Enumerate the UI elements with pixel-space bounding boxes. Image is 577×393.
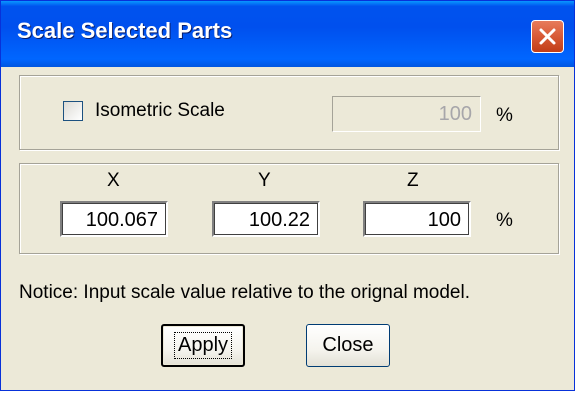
y-axis-label: Y <box>258 170 271 191</box>
isometric-group: Isometric Scale 100 % <box>19 75 559 150</box>
close-window-button[interactable] <box>531 20 564 53</box>
close-icon <box>539 28 556 45</box>
apply-button-label: Apply <box>173 332 233 359</box>
dialog-window: Scale Selected Parts Isometric Scale 100… <box>0 0 575 391</box>
z-scale-input[interactable]: 100 <box>363 201 471 237</box>
z-axis-label: Z <box>407 170 419 191</box>
isometric-scale-checkbox[interactable] <box>63 101 83 121</box>
axes-percent-label: % <box>496 210 513 231</box>
isometric-percent-label: % <box>496 105 513 126</box>
dialog-body: Isometric Scale 100 % X Y Z 100.067 100.… <box>4 67 571 388</box>
apply-button[interactable]: Apply <box>161 324 245 367</box>
close-button-label: Close <box>322 334 374 356</box>
notice-text: Notice: Input scale value relative to th… <box>19 282 470 303</box>
x-scale-input[interactable]: 100.067 <box>60 201 168 237</box>
window-title: Scale Selected Parts <box>17 18 233 43</box>
isometric-value-field: 100 <box>332 96 481 132</box>
x-axis-label: X <box>107 170 120 191</box>
close-button[interactable]: Close <box>306 324 390 367</box>
isometric-scale-label: Isometric Scale <box>95 100 225 121</box>
axes-group: X Y Z 100.067 100.22 100 % <box>19 163 559 254</box>
y-scale-input[interactable]: 100.22 <box>212 201 320 237</box>
title-bar[interactable]: Scale Selected Parts <box>1 1 574 67</box>
